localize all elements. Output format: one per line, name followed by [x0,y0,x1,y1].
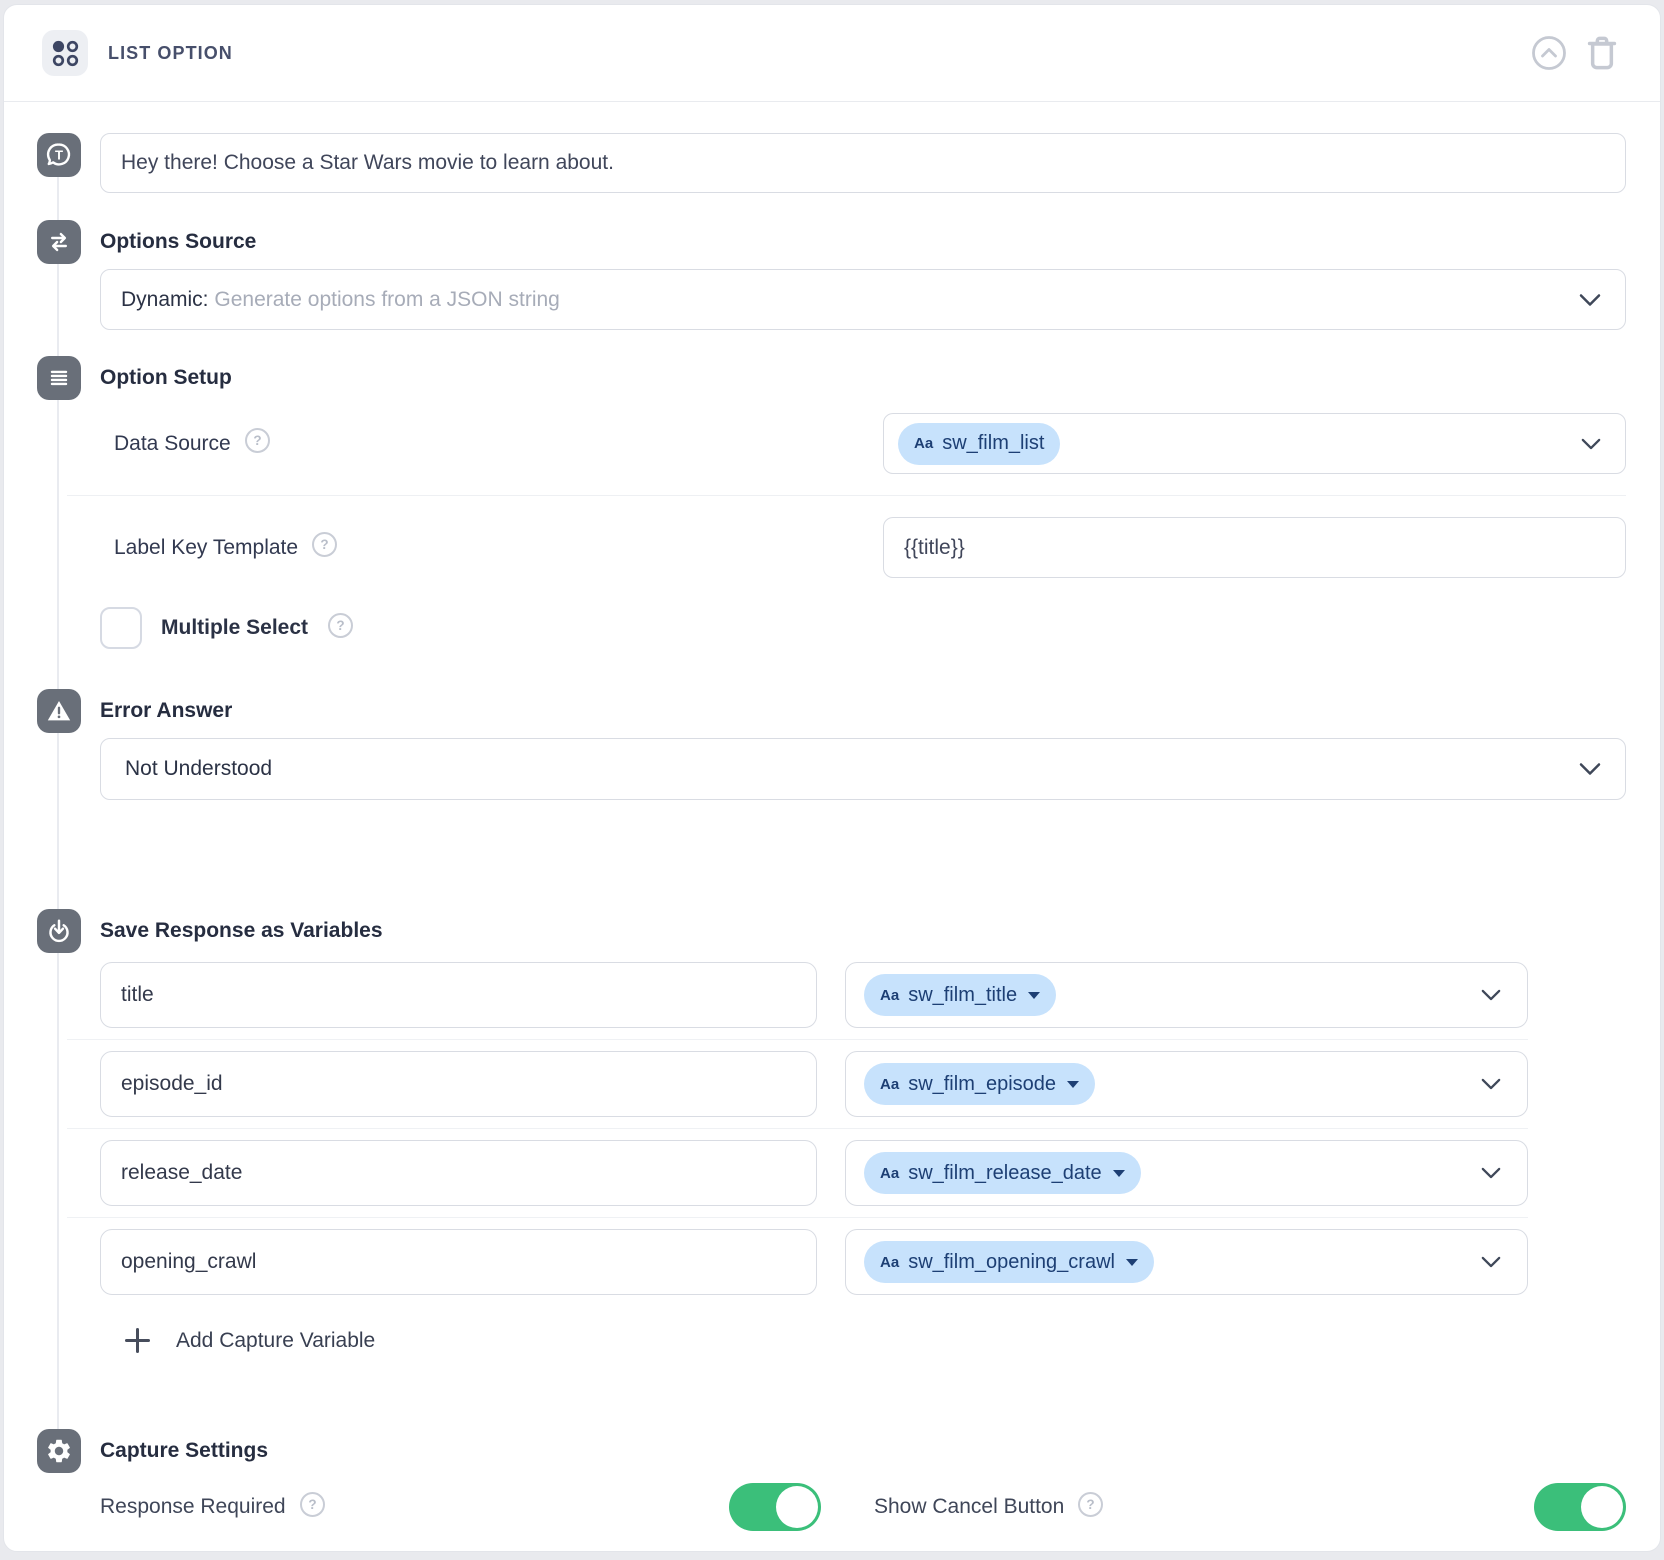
message-text-input[interactable] [100,133,1626,193]
row-divider [67,495,1626,496]
collapse-block-button[interactable] [1530,34,1568,72]
options-source-heading: Options Source [100,220,1626,264]
list-option-block-card: LIST OPTION T [3,4,1661,1552]
pill-caret-icon [1067,1081,1079,1088]
options-source-icon [37,220,81,264]
variable-name-input[interactable] [100,962,817,1028]
options-source-select[interactable]: Dynamic: Generate options from a JSON st… [100,269,1626,330]
block-title: LIST OPTION [108,43,233,64]
response-required-toggle[interactable] [729,1483,821,1531]
options-source-value: Dynamic: [121,288,209,311]
variable-name-input[interactable] [100,1229,817,1295]
variable-name-input[interactable] [100,1051,817,1117]
svg-text:?: ? [308,1497,316,1512]
svg-text:T: T [55,147,63,162]
chevron-down-icon [1581,438,1601,450]
text-message-icon: T [37,133,81,177]
capture-variable-list: Aa sw_film_title Aa sw_film_episode Aa s… [100,962,1528,1295]
label-key-template-input[interactable] [883,517,1626,578]
add-capture-variable-button[interactable]: Add Capture Variable [100,1325,375,1356]
variable-select[interactable]: Aa sw_film_title [845,962,1528,1028]
help-icon[interactable]: ? [244,427,271,460]
error-answer-value: Not Understood [125,757,272,781]
option-setup-heading: Option Setup [100,356,1626,400]
label-key-template-label: Label Key Template [114,536,298,560]
variable-pill: Aa sw_film_opening_crawl [864,1241,1154,1283]
variable-select[interactable]: Aa sw_film_episode [845,1051,1528,1117]
variable-pill: Aa sw_film_title [864,974,1056,1016]
chevron-down-icon [1579,293,1601,306]
pill-caret-icon [1028,992,1040,999]
variable-name-input[interactable] [100,1140,817,1206]
help-icon[interactable]: ? [327,612,354,644]
capture-settings-heading: Capture Settings [100,1429,1626,1473]
error-answer-select[interactable]: Not Understood [100,738,1626,800]
error-warning-icon [37,689,81,733]
delete-block-button[interactable] [1584,34,1620,72]
show-cancel-button-toggle[interactable] [1534,1483,1626,1531]
variable-select[interactable]: Aa sw_film_opening_crawl [845,1229,1528,1295]
chevron-down-icon [1481,1167,1501,1179]
capture-variable-row: Aa sw_film_title [100,962,1528,1028]
help-icon[interactable]: ? [311,531,338,564]
variable-pill: Aa sw_film_list [898,423,1060,465]
variable-pill: Aa sw_film_episode [864,1063,1095,1105]
pill-caret-icon [1113,1170,1125,1177]
multiple-select-label: Multiple Select [161,616,308,640]
svg-text:?: ? [336,618,344,633]
save-response-icon [37,909,81,953]
option-setup-icon [37,356,81,400]
chevron-down-icon [1481,1256,1501,1268]
data-source-select[interactable]: Aa sw_film_list [883,413,1626,474]
capture-variable-row: Aa sw_film_release_date [100,1140,1528,1206]
svg-text:?: ? [253,433,261,448]
response-required-label: Response Required [100,1495,286,1519]
data-source-label: Data Source [114,432,231,456]
capture-variable-row: Aa sw_film_opening_crawl [100,1229,1528,1295]
options-source-placeholder: Generate options from a JSON string [214,288,560,311]
show-cancel-button-label: Show Cancel Button [874,1495,1064,1519]
variable-select[interactable]: Aa sw_film_release_date [845,1140,1528,1206]
list-option-icon [42,30,88,76]
chevron-down-icon [1579,763,1601,776]
multiple-select-checkbox[interactable] [100,607,142,649]
chevron-down-icon [1481,989,1501,1001]
plus-icon [122,1325,153,1356]
error-answer-heading: Error Answer [100,689,1626,733]
svg-text:?: ? [320,537,328,552]
pill-caret-icon [1126,1259,1138,1266]
data-source-variable: sw_film_list [942,432,1044,455]
capture-variable-row: Aa sw_film_episode [100,1051,1528,1117]
svg-text:?: ? [1087,1497,1095,1512]
variable-pill: Aa sw_film_release_date [864,1152,1141,1194]
gear-icon [37,1429,81,1473]
help-icon[interactable]: ? [299,1491,326,1524]
help-icon[interactable]: ? [1077,1491,1104,1524]
chevron-down-icon [1481,1078,1501,1090]
save-response-heading: Save Response as Variables [100,909,1626,953]
block-header: LIST OPTION [4,5,1660,102]
